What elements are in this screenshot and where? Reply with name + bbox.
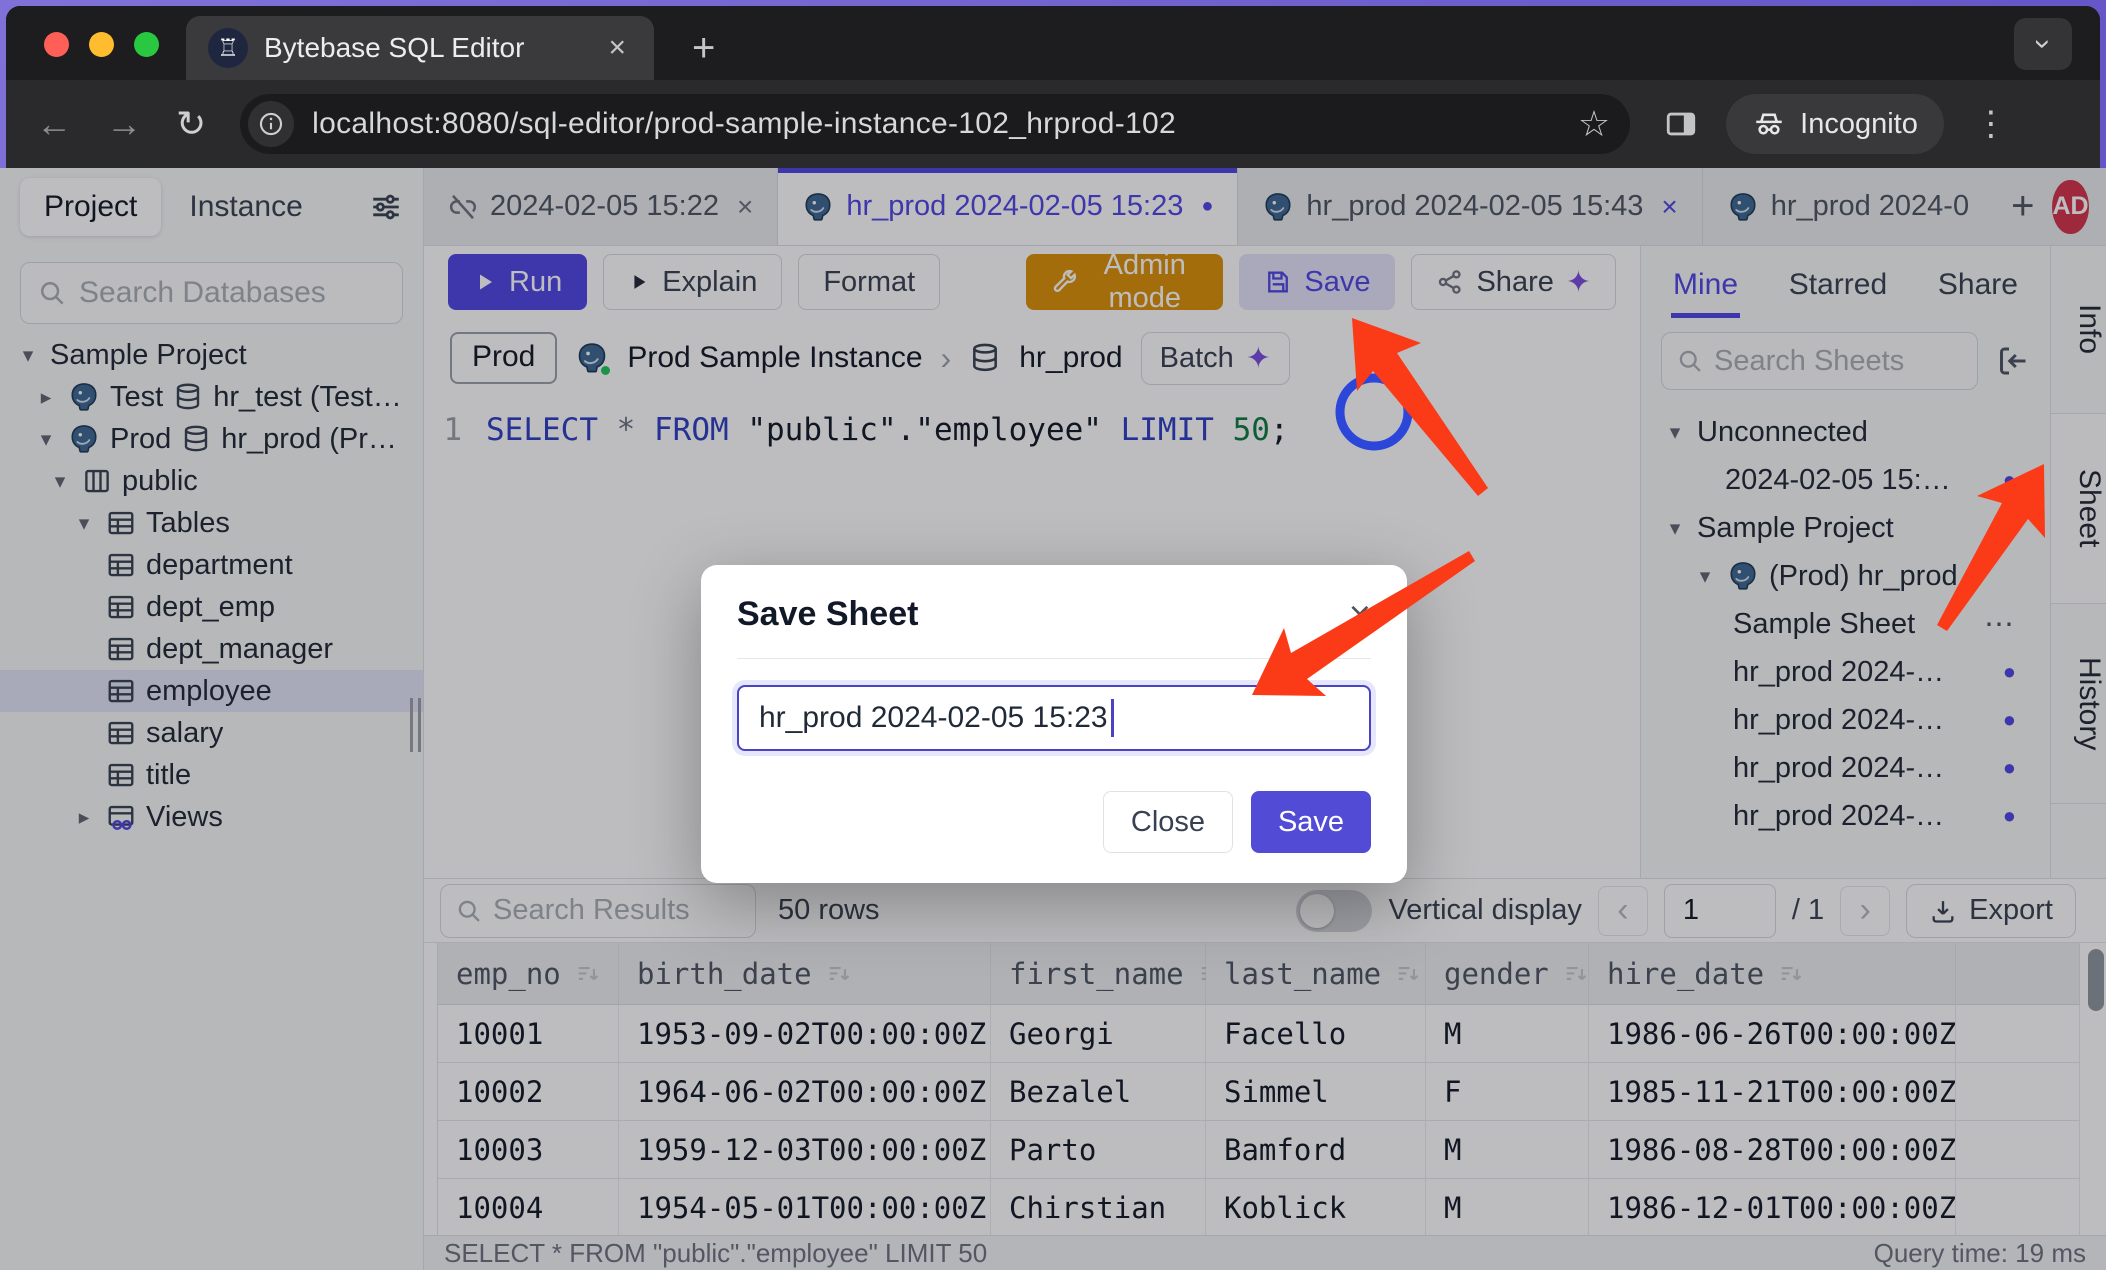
sheet-name-input[interactable]: hr_prod 2024-02-05 15:23 — [737, 685, 1371, 751]
reload-button[interactable]: ↻ — [176, 103, 206, 145]
dialog-close-icon[interactable]: × — [1349, 596, 1371, 634]
window-controls[interactable] — [44, 32, 159, 57]
window-close-button[interactable] — [44, 32, 69, 57]
window-minimize-button[interactable] — [89, 32, 114, 57]
bookmark-star-icon[interactable]: ☆ — [1578, 103, 1610, 145]
save-sheet-dialog: Save Sheet × hr_prod 2024-02-05 15:23 Cl… — [701, 565, 1407, 883]
browser-tab-title: Bytebase SQL Editor — [264, 32, 586, 64]
browser-menu-icon[interactable]: ⋮ — [1974, 104, 2008, 144]
dialog-close-button[interactable]: Close — [1103, 791, 1233, 853]
dialog-title: Save Sheet — [737, 595, 918, 634]
forward-button[interactable]: → — [106, 103, 142, 145]
text-caret — [1111, 699, 1114, 737]
incognito-label: Incognito — [1800, 108, 1918, 141]
sheet-name-value: hr_prod 2024-02-05 15:23 — [759, 701, 1108, 735]
tab-search-button[interactable]: › — [2014, 18, 2072, 70]
chevron-down-icon: › — [2026, 39, 2060, 49]
window-zoom-button[interactable] — [134, 32, 159, 57]
url-text[interactable]: localhost:8080/sql-editor/prod-sample-in… — [312, 107, 1560, 141]
back-button[interactable]: ← — [36, 103, 72, 145]
incognito-icon — [1752, 107, 1786, 141]
browser-tabstrip: ♖ Bytebase SQL Editor × + › — [6, 6, 2100, 80]
new-browser-tab-button[interactable]: + — [682, 22, 725, 75]
browser-toolbar: ← → ↻ localhost:8080/sql-editor/prod-sam… — [6, 80, 2100, 168]
dialog-divider — [737, 658, 1371, 659]
dialog-save-button[interactable]: Save — [1251, 791, 1371, 853]
incognito-badge: Incognito — [1726, 94, 1944, 154]
browser-tab-close-icon[interactable]: × — [602, 31, 632, 65]
browser-tab[interactable]: ♖ Bytebase SQL Editor × — [186, 16, 654, 80]
side-panel-icon[interactable] — [1664, 107, 1698, 141]
site-info-icon[interactable] — [248, 101, 294, 147]
bytebase-favicon-icon: ♖ — [208, 28, 248, 68]
url-bar[interactable]: localhost:8080/sql-editor/prod-sample-in… — [240, 94, 1630, 154]
browser-chrome: ♖ Bytebase SQL Editor × + › ← → ↻ localh… — [6, 6, 2100, 168]
